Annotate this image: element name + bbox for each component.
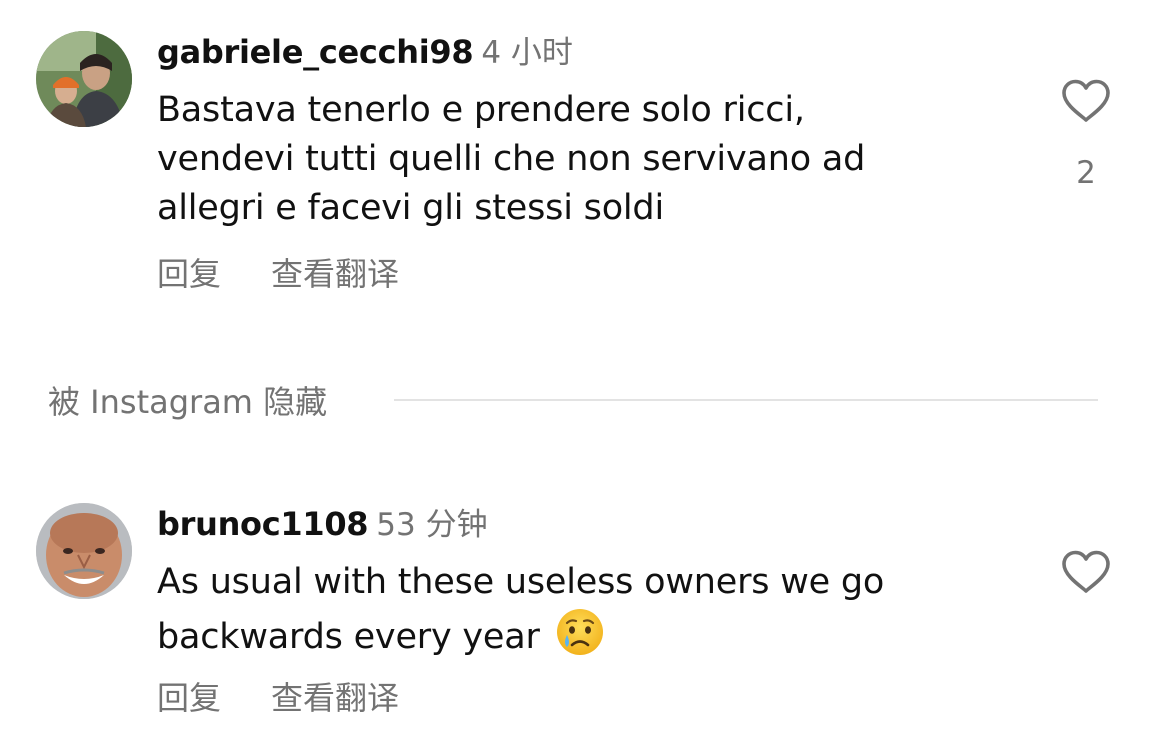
comment-text-line: allegri e facevi gli stessi soldi — [157, 188, 664, 228]
like-count: 2 — [1076, 155, 1096, 191]
username[interactable]: gabriele_cecchi98 — [157, 33, 474, 71]
comment-text: As usual with these useless owners we go… — [157, 558, 884, 671]
comment-header: brunoc1108 53 分钟 — [157, 504, 488, 544]
comment-header: gabriele_cecchi98 4 小时 — [157, 32, 573, 72]
comment-text-line-with-emoji: backwards every year — [157, 607, 884, 671]
reply-button[interactable]: 回复 — [157, 678, 221, 718]
see-translation-button[interactable]: 查看翻译 — [271, 678, 399, 718]
comment-timestamp: 53 分钟 — [376, 507, 488, 543]
see-translation-button[interactable]: 查看翻译 — [271, 254, 399, 294]
like-button[interactable] — [1060, 78, 1112, 124]
hidden-comments-notice[interactable]: 被 Instagram 隐藏 — [48, 380, 327, 424]
comment-text: Bastava tenerlo e prendere solo ricci, v… — [157, 86, 865, 233]
crying-face-icon — [556, 609, 603, 655]
divider — [394, 399, 1098, 401]
comment-actions: 回复 查看翻译 — [157, 678, 399, 718]
heart-outline-icon — [1062, 79, 1110, 122]
username[interactable]: brunoc1108 — [157, 505, 369, 543]
avatar-photo-icon — [36, 503, 132, 599]
user-avatar[interactable] — [36, 31, 132, 127]
comment-text-line: vendevi tutti quelli che non servivano a… — [157, 139, 866, 179]
reply-button[interactable]: 回复 — [157, 254, 221, 294]
comment-timestamp: 4 小时 — [481, 35, 573, 71]
comment-actions: 回复 查看翻译 — [157, 254, 399, 294]
crying-face-emoji — [555, 607, 605, 671]
comment-text-line: Bastava tenerlo e prendere solo ricci, — [157, 90, 805, 130]
heart-outline-icon — [1062, 550, 1110, 593]
comment-text-line: As usual with these useless owners we go — [157, 562, 885, 602]
avatar-photo-icon — [36, 31, 132, 127]
comment-text-line: backwards every year — [157, 617, 540, 657]
like-button[interactable] — [1060, 549, 1112, 595]
user-avatar[interactable] — [36, 503, 132, 599]
